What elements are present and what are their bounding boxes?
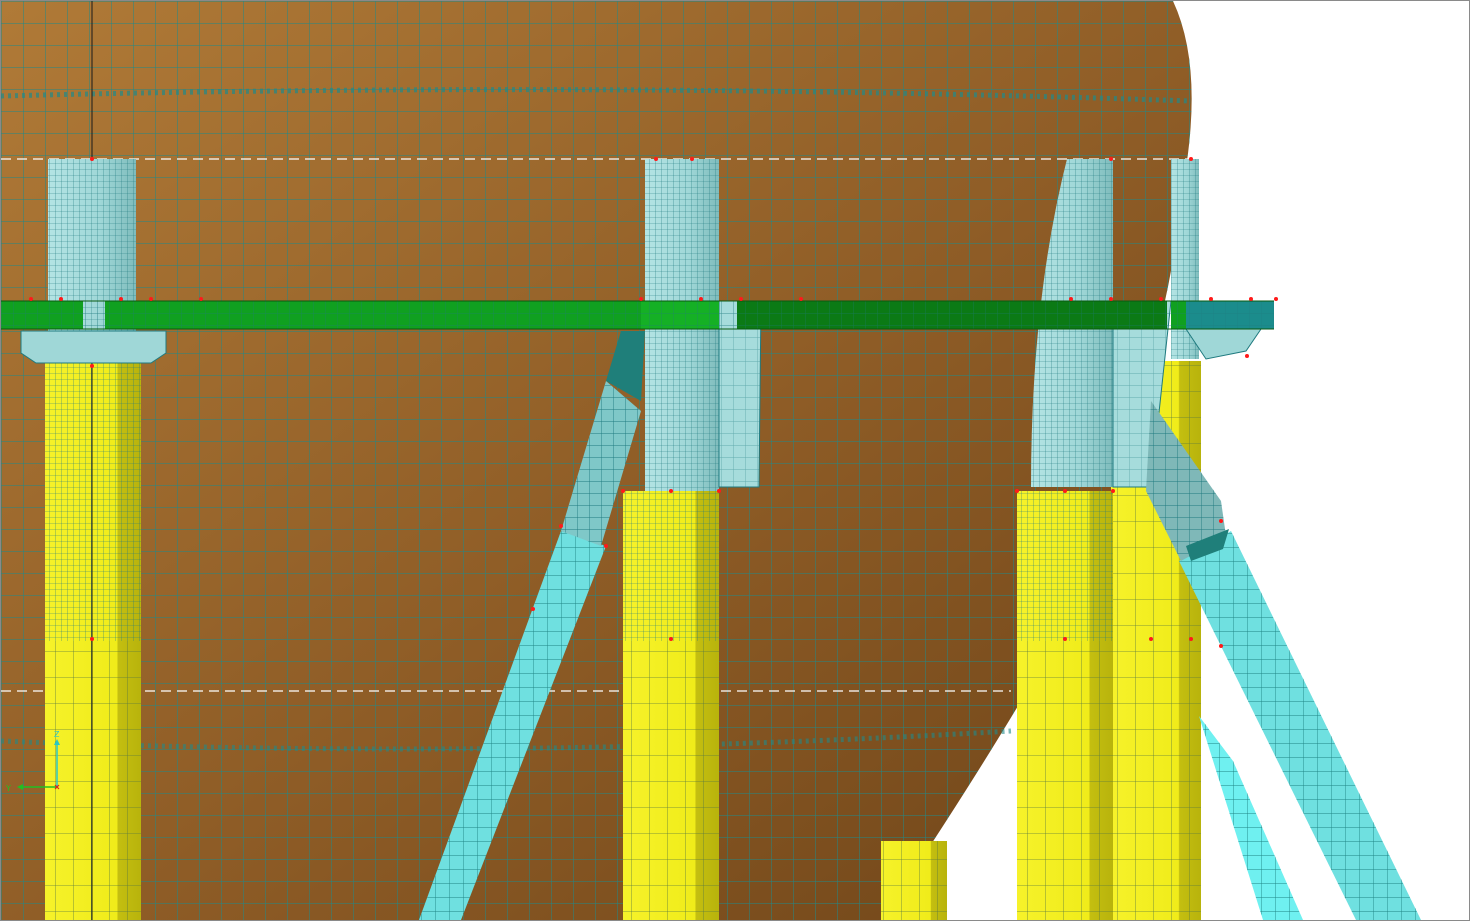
z-axis-label: Z: [54, 730, 60, 739]
graphics-viewport[interactable]: Y Z: [0, 0, 1470, 921]
y-axis-label: Y: [5, 784, 11, 793]
leg-partial-bottom[interactable]: [881, 841, 947, 920]
fe-mesh-scene[interactable]: Y Z: [1, 1, 1469, 920]
